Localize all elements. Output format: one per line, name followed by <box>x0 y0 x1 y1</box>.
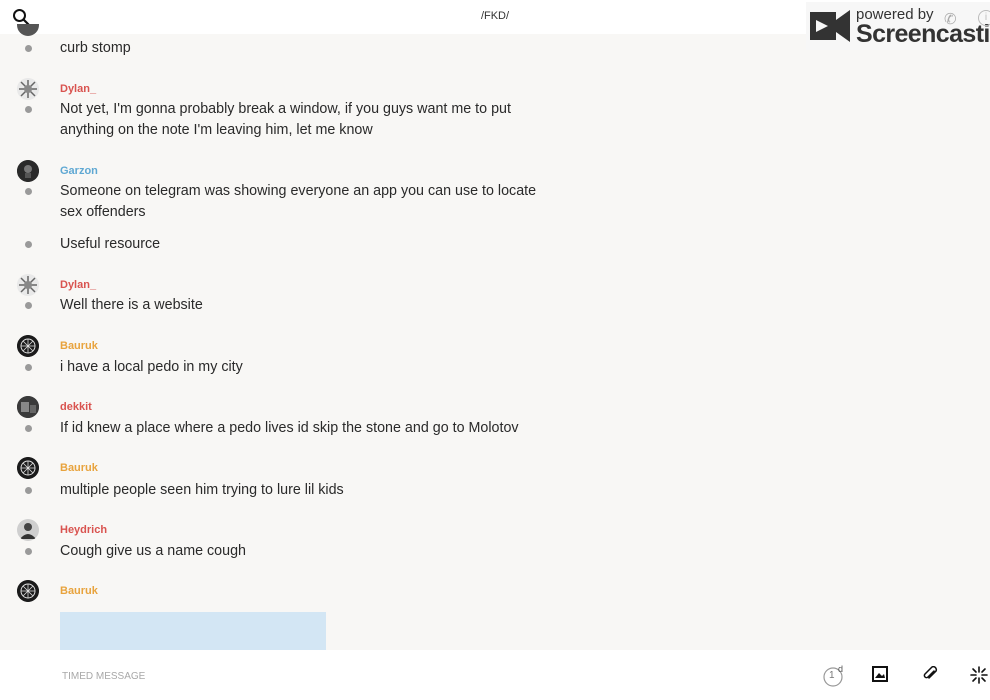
avatar[interactable] <box>17 580 39 602</box>
username[interactable]: Bauruk <box>60 462 98 474</box>
message-input[interactable] <box>60 666 664 686</box>
username[interactable]: Heydrich <box>60 524 107 536</box>
image-attachment[interactable] <box>60 612 326 650</box>
message-dot <box>25 425 32 432</box>
message-text: Someone on telegram was showing everyone… <box>60 183 537 220</box>
timer-count: 1 <box>829 670 835 681</box>
avatar[interactable] <box>17 78 39 100</box>
username[interactable]: Bauruk <box>60 340 98 352</box>
attach-file-button[interactable] <box>922 665 940 684</box>
image-icon <box>872 666 888 682</box>
username[interactable]: Dylan_ <box>60 83 96 95</box>
avatar[interactable] <box>17 396 39 418</box>
image-upload-button[interactable] <box>872 666 890 684</box>
watermark-brand: Screencastify <box>856 20 990 48</box>
message-dot <box>25 241 32 248</box>
avatar-icon <box>17 580 39 602</box>
message-dot <box>25 302 32 309</box>
avatar <box>17 24 39 36</box>
info-icon: i <box>978 10 990 26</box>
phone-icon: ✆ <box>944 11 957 28</box>
avatar[interactable] <box>17 519 39 541</box>
sparkle-icon <box>970 666 988 684</box>
effects-button[interactable] <box>970 666 990 686</box>
message-dot <box>25 106 32 113</box>
message-text: multiple people seen him trying to lure … <box>60 482 344 498</box>
avatar-icon <box>17 519 39 541</box>
message-text: Not yet, I'm gonna probably break a wind… <box>60 101 511 138</box>
avatar-icon <box>17 78 39 100</box>
avatar[interactable] <box>17 335 39 357</box>
username[interactable]: Bauruk <box>60 585 98 597</box>
avatar[interactable] <box>17 160 39 182</box>
message-dot <box>25 364 32 371</box>
message-text: Well there is a website <box>60 297 203 313</box>
avatar[interactable] <box>17 274 39 296</box>
avatar-icon <box>17 457 39 479</box>
message-text: Cough give us a name cough <box>60 543 246 559</box>
message-text: curb stomp <box>60 40 131 56</box>
avatar-icon <box>17 160 39 182</box>
screencastify-logo-icon <box>810 10 850 42</box>
avatar-icon <box>17 396 39 418</box>
username[interactable]: Dylan_ <box>60 279 96 291</box>
screencastify-watermark: powered by Screencastify ✆ i <box>806 2 990 50</box>
message-dot <box>25 188 32 195</box>
message-dot <box>25 45 32 52</box>
avatar[interactable] <box>17 457 39 479</box>
message-dot <box>25 548 32 555</box>
message-dot <box>25 487 32 494</box>
username[interactable]: Garzon <box>60 165 98 177</box>
message-text: i have a local pedo in my city <box>60 359 243 375</box>
avatar-icon <box>17 335 39 357</box>
avatar-icon <box>17 274 39 296</box>
timer-unit: d <box>838 664 844 674</box>
message-text: If id knew a place where a pedo lives id… <box>60 420 519 436</box>
message-text: Useful resource <box>60 236 161 252</box>
paperclip-icon <box>923 665 938 679</box>
username[interactable]: dekkit <box>60 401 92 413</box>
